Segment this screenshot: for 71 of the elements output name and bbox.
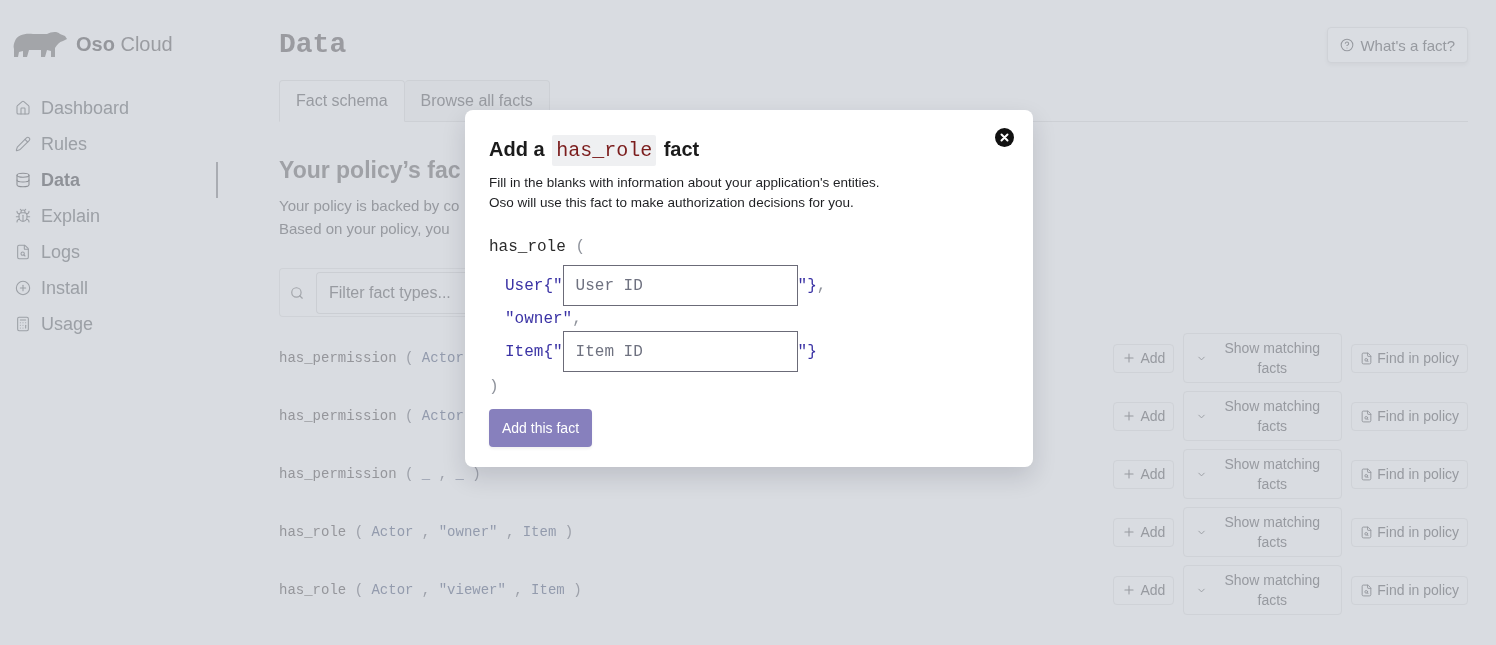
show-matching-button[interactable]: Show matching facts — [1183, 565, 1343, 615]
add-button[interactable]: Add — [1113, 401, 1175, 431]
plus-icon — [1122, 583, 1137, 597]
nav-item[interactable]: Dashboard — [0, 90, 218, 126]
dialog-text: Oso will use this fact to make authorization decisions for you. — [489, 194, 854, 212]
fact-signature: has_permission ( _ , _ ) — [279, 467, 481, 481]
add-button[interactable]: Add — [1113, 459, 1175, 489]
file-search-icon — [1360, 409, 1374, 423]
section-description: Your policy is backed by co — [279, 196, 460, 216]
help-icon — [1340, 38, 1355, 52]
file-search-icon — [1360, 351, 1374, 365]
plus-icon — [1122, 409, 1137, 423]
help-button[interactable]: What's a fact? — [1327, 27, 1468, 63]
show-matching-button[interactable]: Show matching facts — [1183, 507, 1343, 557]
fact-signature: has_permission ( Actor — [279, 351, 464, 365]
code-text: has_role ( — [489, 237, 586, 258]
show-matching-button[interactable]: Show matching facts — [1183, 449, 1343, 499]
file-search-icon — [1360, 525, 1374, 539]
plus-icon — [1122, 351, 1137, 365]
code-text: , — [572, 308, 582, 330]
code-text: Item{" — [505, 341, 563, 363]
plus-icon — [1122, 467, 1137, 481]
section-description: Based on your policy, you — [279, 219, 450, 239]
file-search-icon — [1360, 583, 1374, 597]
nav-item[interactable]: Rules — [0, 126, 218, 162]
find-in-policy-button[interactable]: Find in policy — [1351, 517, 1468, 547]
pencil-icon — [15, 136, 31, 152]
find-in-policy-button[interactable]: Find in policy — [1351, 459, 1468, 489]
fact-signature: has_role ( Actor , "viewer" , Item ) — [279, 583, 582, 597]
nav-item[interactable]: Logs — [0, 234, 218, 270]
fact-signature: has_permission ( Actor — [279, 409, 464, 423]
nav-item[interactable]: Usage — [0, 306, 218, 342]
code-text: ) — [489, 377, 499, 398]
code-text: "owner" — [505, 308, 573, 330]
add-button[interactable]: Add — [1113, 343, 1175, 373]
code-text: "} — [797, 341, 817, 363]
find-in-policy-button[interactable]: Find in policy — [1351, 343, 1468, 373]
tab[interactable]: Fact schema — [279, 80, 405, 122]
code-text: , — [816, 275, 827, 297]
plus-icon — [1122, 525, 1137, 539]
house-icon — [15, 100, 31, 116]
file-search-icon — [1360, 467, 1374, 481]
nav-item[interactable]: Explain — [0, 198, 218, 234]
text-input[interactable]: User ID — [562, 265, 798, 306]
add-button[interactable]: Add — [1113, 575, 1175, 605]
dialog-title: Add a has_role fact — [489, 134, 700, 166]
brand-name: Oso Cloud — [76, 32, 173, 56]
find-in-policy-button[interactable]: Find in policy — [1351, 575, 1468, 605]
page-title: Data — [279, 28, 347, 62]
bug-icon — [15, 208, 31, 224]
bear-icon — [13, 30, 67, 58]
show-matching-button[interactable]: Show matching facts — [1183, 333, 1343, 383]
code-text: "} — [797, 275, 817, 297]
find-in-policy-button[interactable]: Find in policy — [1351, 401, 1468, 431]
close-button[interactable] — [995, 128, 1014, 147]
calculator-icon — [15, 316, 31, 332]
fact-signature: has_role ( Actor , "owner" , Item ) — [279, 525, 574, 539]
file-search-icon — [15, 244, 31, 260]
add-button[interactable]: Add — [1113, 517, 1175, 547]
plus-circle-icon — [15, 280, 31, 296]
search-icon — [290, 285, 304, 300]
close-icon — [995, 128, 1014, 147]
show-matching-button[interactable]: Show matching facts — [1183, 391, 1343, 441]
code-text: User{" — [505, 275, 563, 297]
text-input[interactable]: Item ID — [562, 331, 798, 372]
dialog-text: Fill in the blanks with information about your application's entities. — [489, 174, 880, 192]
nav-item[interactable]: Install — [0, 270, 218, 306]
add-fact-button[interactable]: Add this fact — [489, 409, 593, 447]
nav-item[interactable]: Data — [0, 162, 218, 198]
database-icon — [15, 172, 31, 188]
section-heading: Your policy’s fac — [279, 156, 461, 185]
